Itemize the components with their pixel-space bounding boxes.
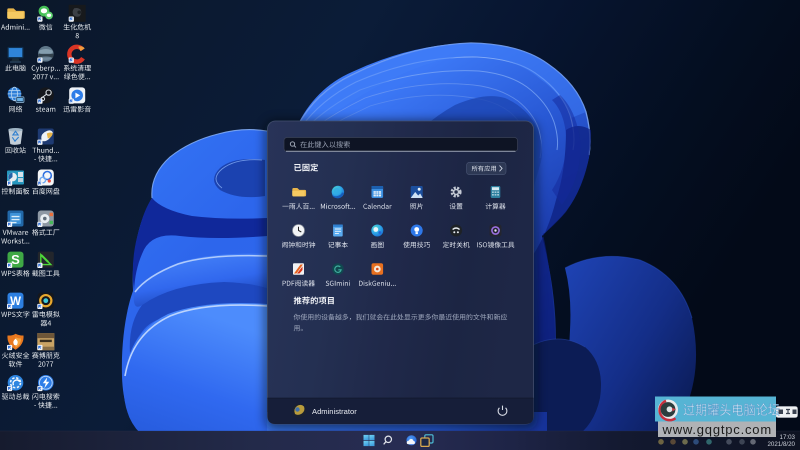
svg-text:17:03: 17:03 [780,434,796,441]
svg-text:S: S [11,252,20,267]
svg-text:2021/8/20: 2021/8/20 [767,441,795,448]
svg-text:Administrator: Administrator [312,407,357,416]
svg-text:www.gqgtpc.com: www.gqgtpc.com [662,422,772,437]
